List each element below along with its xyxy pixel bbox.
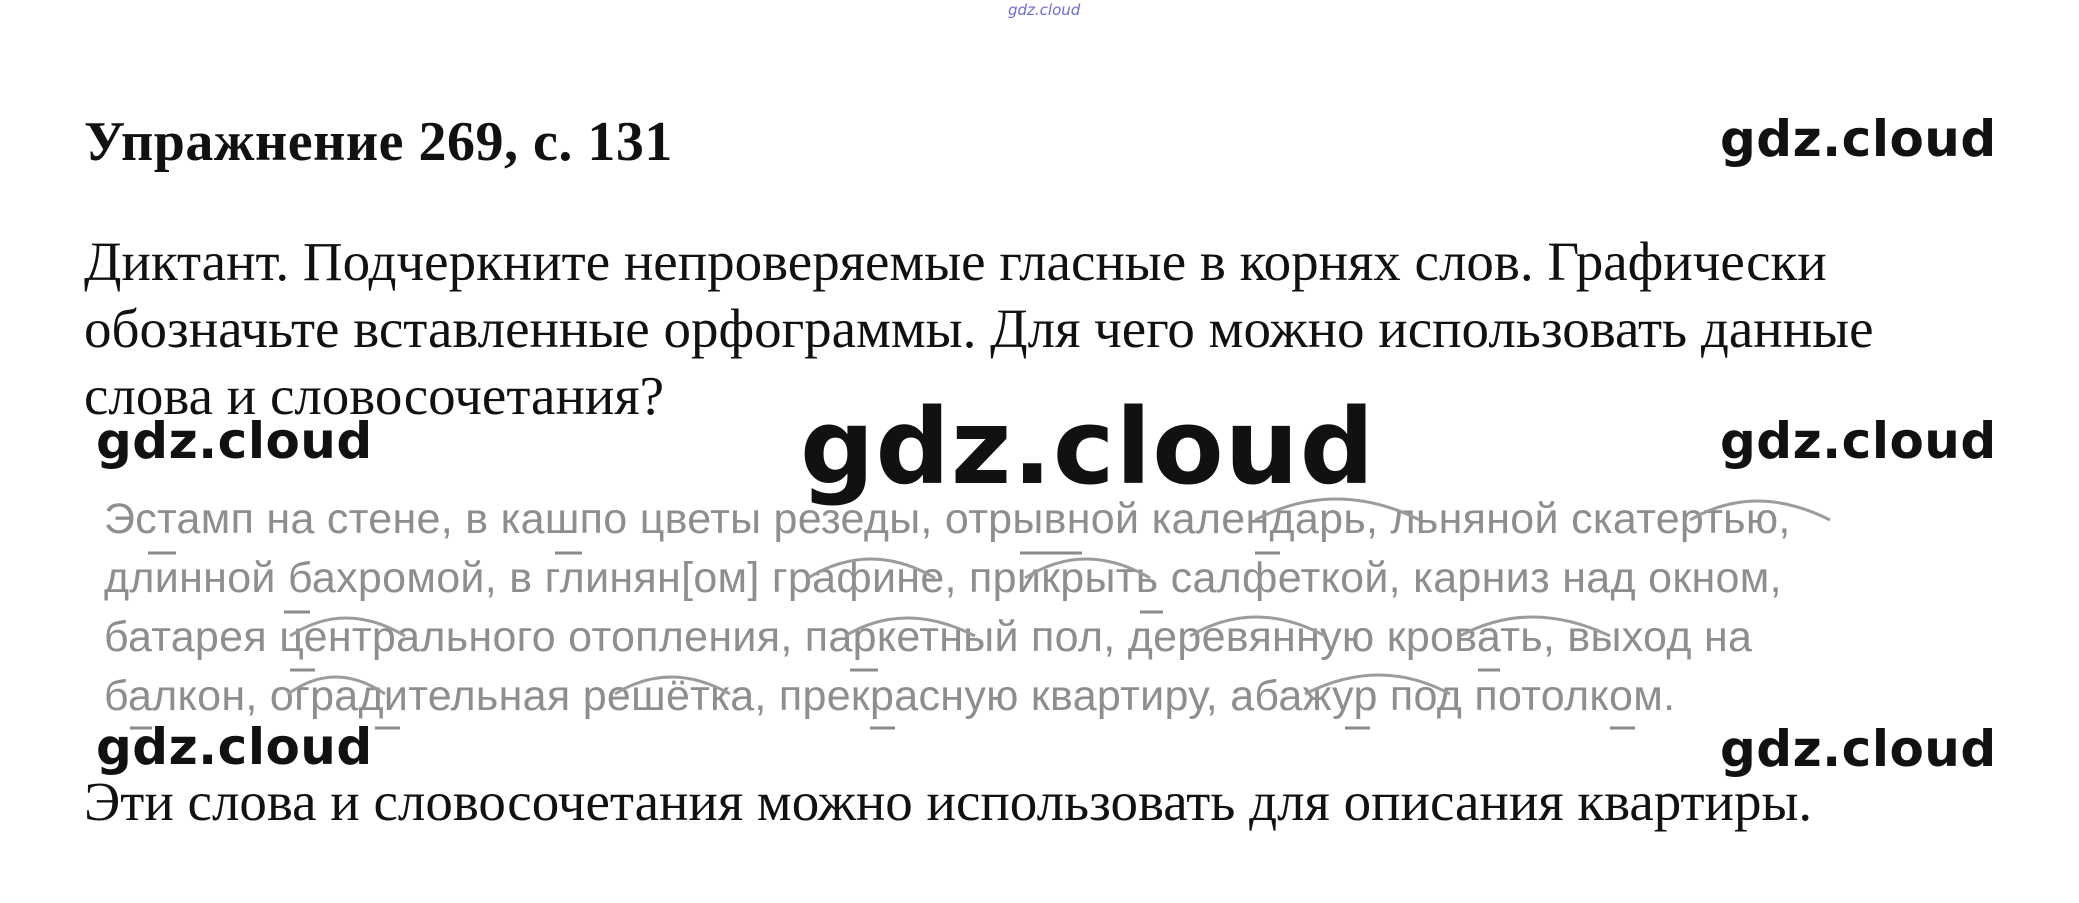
answer-text: Эти слова и словосочетания можно использ…	[84, 771, 1813, 832]
watermark-bottom-left: gdz.cloud	[96, 718, 373, 776]
root-arc	[614, 675, 731, 696]
root-arc	[289, 616, 406, 638]
root-arc	[1689, 499, 1831, 522]
root-arc	[1189, 615, 1326, 638]
root-arc	[1459, 615, 1611, 638]
root-arc	[807, 557, 936, 580]
root-arc	[1254, 497, 1421, 522]
root-arc	[287, 675, 386, 696]
root-arc	[1024, 557, 1151, 580]
root-arc	[844, 616, 976, 638]
root-arc	[1304, 673, 1451, 696]
